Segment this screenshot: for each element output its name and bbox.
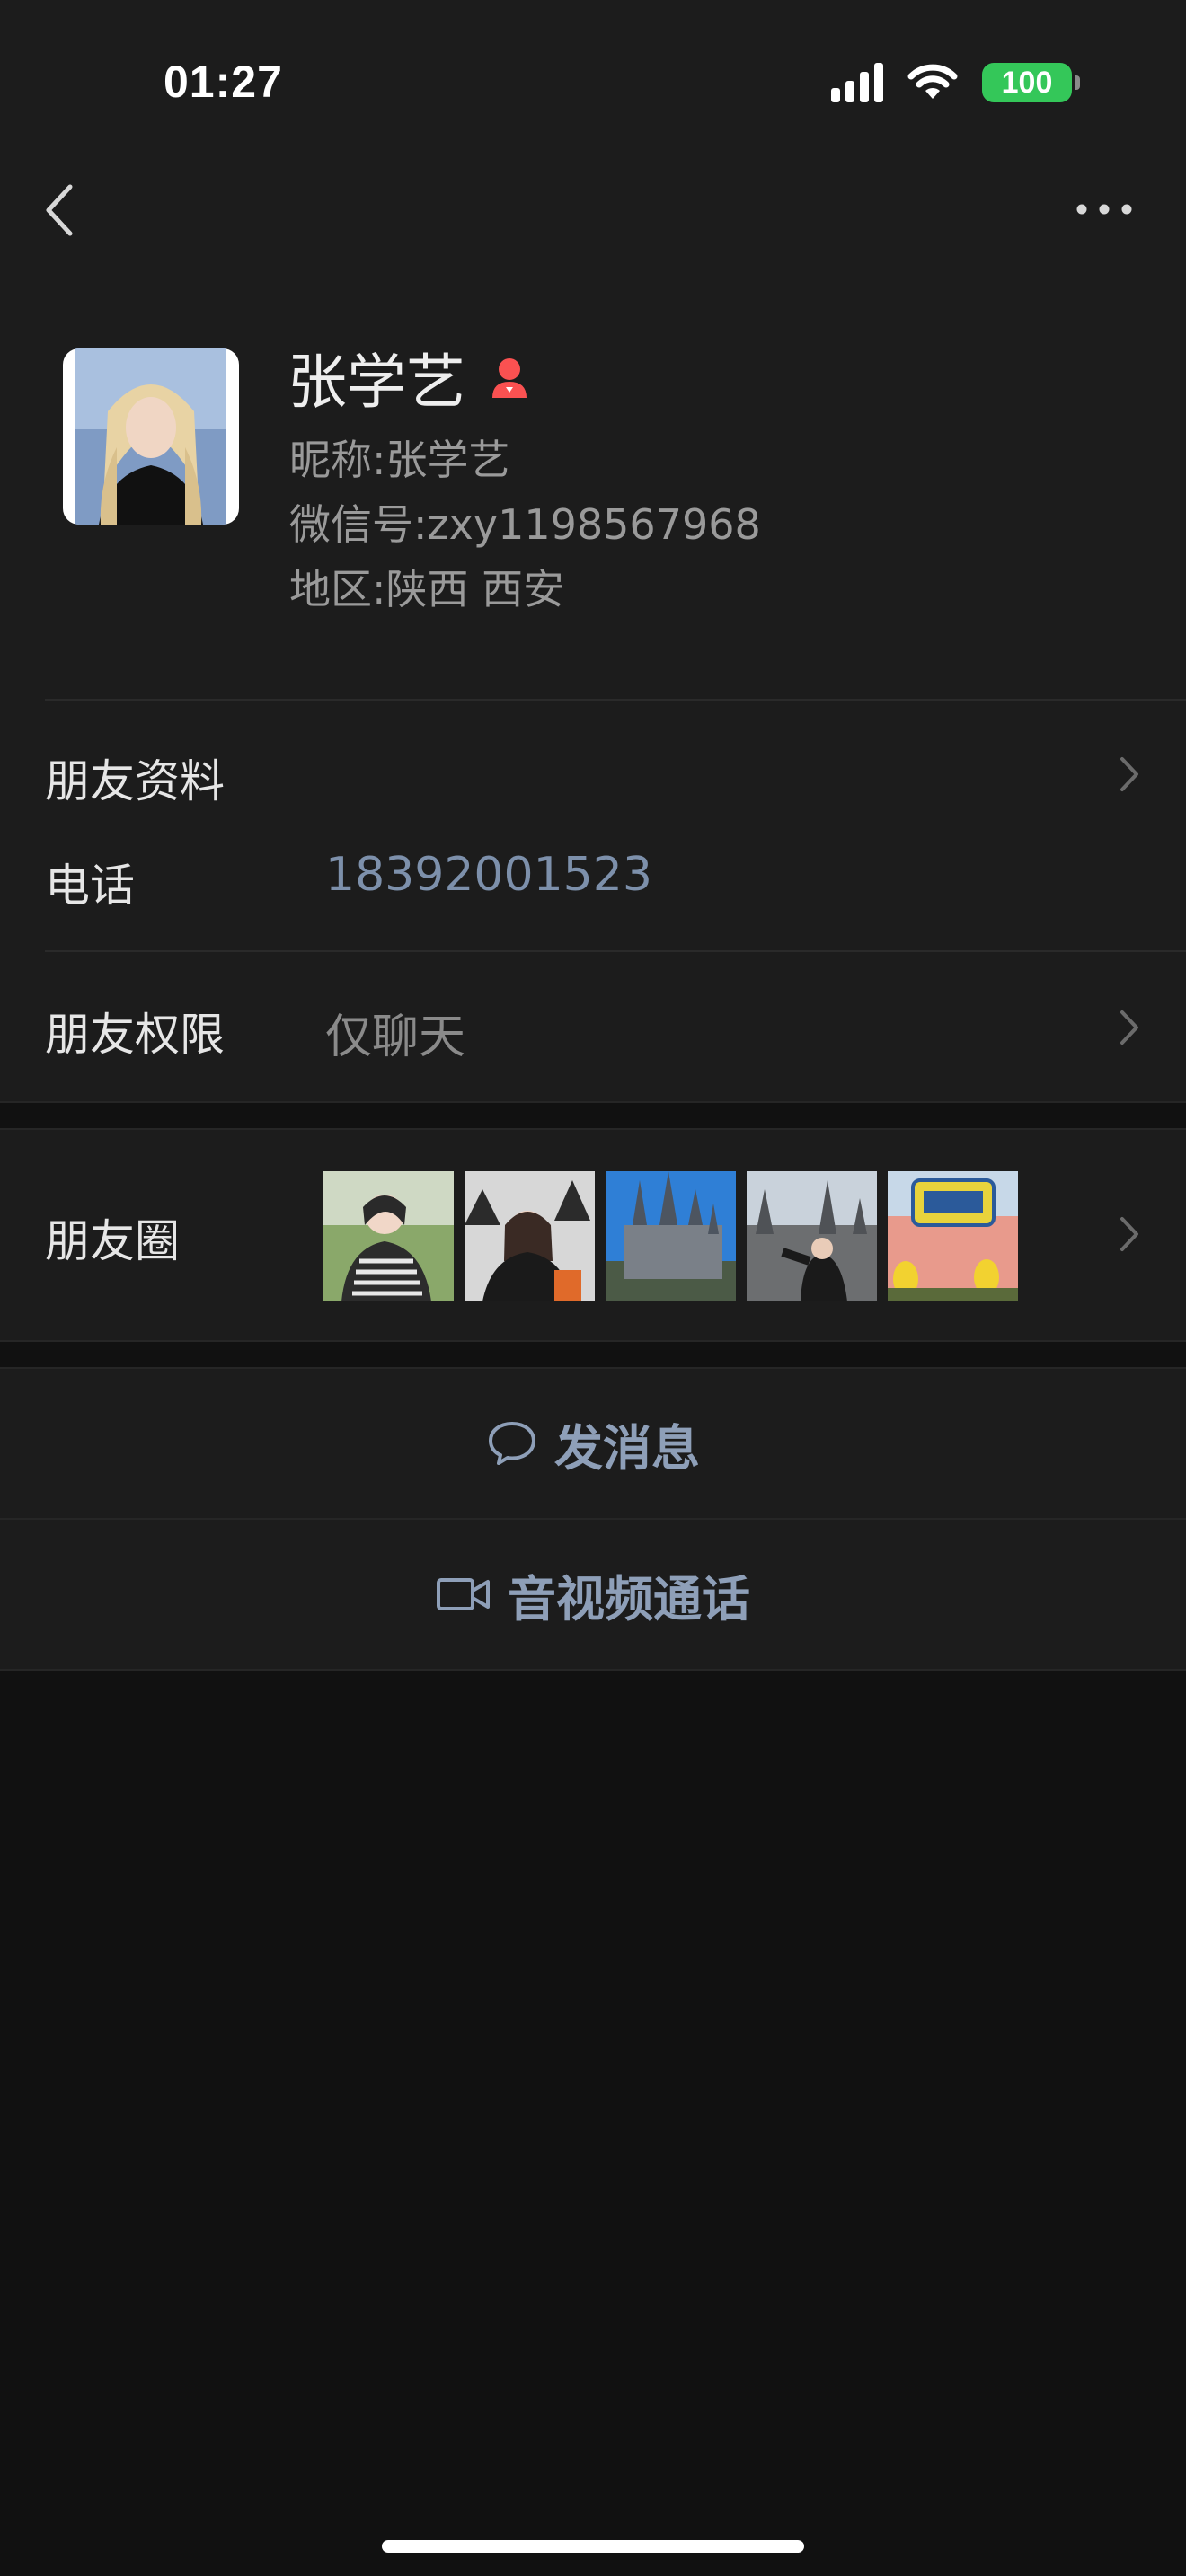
- friend-info-row[interactable]: 朋友资料: [0, 701, 1186, 817]
- battery-level: 100: [982, 63, 1072, 102]
- phone-number-link[interactable]: 18392001523: [325, 848, 652, 902]
- moments-photo: [465, 1171, 595, 1301]
- chevron-right-icon: [1120, 1010, 1138, 1045]
- contact-profile-page: 01:27 100 张学艺 昵称:张学艺 微信号:zxy1198567968 地…: [0, 0, 1186, 2576]
- chat-bubble-icon: [489, 1422, 535, 1465]
- video-camera-icon: [437, 1578, 490, 1610]
- moments-label: 朋友圈: [45, 1215, 180, 1267]
- female-icon: [492, 358, 527, 398]
- audio-video-call-button[interactable]: 音视频通话: [0, 1520, 1186, 1669]
- divider: [0, 1101, 1186, 1103]
- wifi-icon: [907, 64, 958, 99]
- audio-video-call-label: 音视频通话: [508, 1570, 750, 1628]
- divider: [0, 1340, 1186, 1342]
- region-label: 地区:: [289, 565, 386, 613]
- wechat-id-line: 微信号:zxy1198567968: [289, 492, 761, 551]
- moments-photo: [747, 1171, 877, 1301]
- chevron-right-icon: [1120, 757, 1138, 791]
- divider: [0, 1128, 1186, 1130]
- status-time: 01:27: [164, 57, 283, 107]
- divider: [0, 1669, 1186, 1671]
- moments-photo: [606, 1171, 736, 1301]
- chevron-right-icon: [1120, 1217, 1138, 1251]
- wechat-id-value[interactable]: zxy1198567968: [428, 500, 761, 549]
- avatar[interactable]: [63, 348, 239, 525]
- friend-info-label: 朋友资料: [45, 755, 225, 807]
- send-message-label: 发消息: [554, 1419, 700, 1477]
- cellular-signal-icon: [831, 63, 883, 102]
- nickname-value: 张学艺: [385, 436, 510, 484]
- status-icons: 100: [831, 63, 1080, 102]
- back-icon[interactable]: [40, 180, 81, 241]
- contact-name: 张学艺: [288, 334, 534, 420]
- moments-photo: [323, 1171, 454, 1301]
- contact-name-text: 张学艺: [288, 348, 465, 417]
- moments-photo: [888, 1171, 1018, 1301]
- more-options-icon[interactable]: [1073, 193, 1136, 225]
- phone-label: 电话: [45, 860, 135, 912]
- battery-icon: 100: [982, 63, 1080, 102]
- permissions-row[interactable]: 朋友权限 仅聊天: [0, 952, 1186, 1103]
- phone-row: 电话 18392001523: [0, 817, 1186, 948]
- moments-thumbnails[interactable]: [323, 1171, 1018, 1301]
- permissions-label: 朋友权限: [45, 1009, 225, 1061]
- send-message-button[interactable]: 发消息: [0, 1369, 1186, 1518]
- permissions-value: 仅聊天: [325, 1010, 466, 1064]
- home-indicator[interactable]: [382, 2540, 804, 2553]
- region-line: 地区:陕西 西安: [289, 557, 564, 616]
- region-value: 陕西 西安: [385, 565, 565, 613]
- nickname-label: 昵称:: [289, 436, 386, 484]
- nickname-line: 昵称:张学艺: [289, 428, 510, 487]
- wechat-id-label: 微信号:: [289, 500, 428, 549]
